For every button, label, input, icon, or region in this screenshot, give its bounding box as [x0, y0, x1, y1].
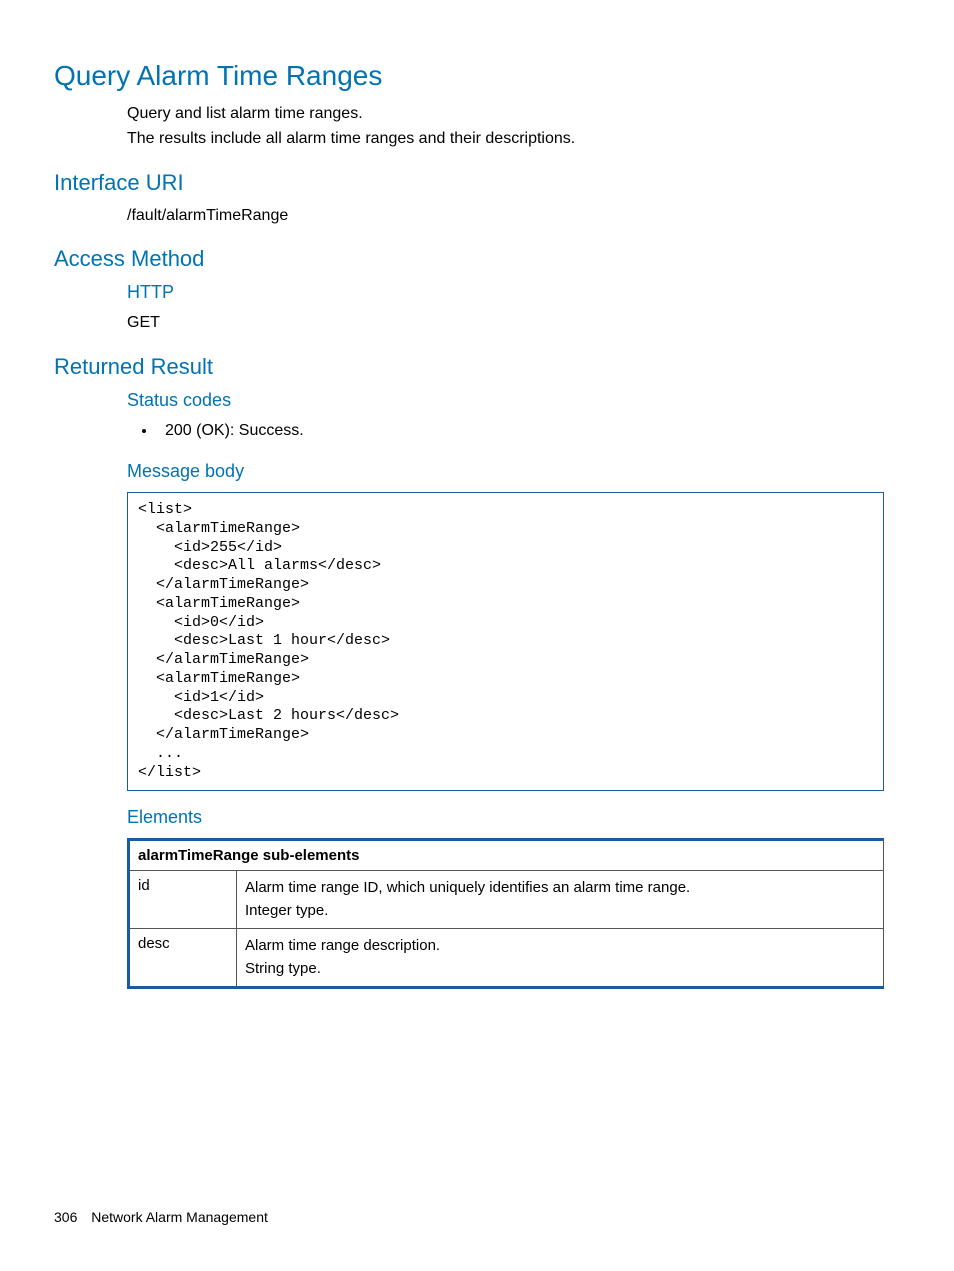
- element-name: desc: [129, 929, 237, 988]
- page-number: 306: [54, 1209, 77, 1225]
- access-method-heading: Access Method: [54, 246, 884, 272]
- message-body-heading: Message body: [127, 461, 884, 482]
- element-desc-line: Alarm time range description.: [245, 935, 875, 958]
- page-footer: 306 Network Alarm Management: [54, 1209, 268, 1225]
- interface-uri-value: /fault/alarmTimeRange: [127, 204, 884, 229]
- table-row: desc Alarm time range description. Strin…: [129, 929, 884, 988]
- table-header-cell: alarmTimeRange sub-elements: [129, 840, 884, 871]
- table-header-row: alarmTimeRange sub-elements: [129, 840, 884, 871]
- intro-line-2: The results include all alarm time range…: [127, 127, 884, 152]
- message-body-code: <list> <alarmTimeRange> <id>255</id> <de…: [127, 492, 884, 791]
- footer-section: Network Alarm Management: [91, 1209, 268, 1225]
- returned-result-heading: Returned Result: [54, 354, 884, 380]
- http-label: HTTP: [127, 282, 884, 303]
- element-desc: Alarm time range ID, which uniquely iden…: [237, 871, 884, 929]
- elements-heading: Elements: [127, 807, 884, 828]
- intro-line-1: Query and list alarm time ranges.: [127, 102, 884, 127]
- status-codes-heading: Status codes: [127, 390, 884, 411]
- http-method: GET: [127, 311, 884, 336]
- element-desc-line: String type.: [245, 958, 875, 981]
- element-name: id: [129, 871, 237, 929]
- elements-table: alarmTimeRange sub-elements id Alarm tim…: [127, 838, 884, 989]
- interface-uri-heading: Interface URI: [54, 170, 884, 196]
- element-desc-line: Integer type.: [245, 900, 875, 923]
- status-code-item: 200 (OK): Success.: [157, 419, 884, 443]
- table-row: id Alarm time range ID, which uniquely i…: [129, 871, 884, 929]
- element-desc: Alarm time range description. String typ…: [237, 929, 884, 988]
- status-codes-list: 200 (OK): Success.: [157, 419, 884, 443]
- element-desc-line: Alarm time range ID, which uniquely iden…: [245, 877, 875, 900]
- page-title: Query Alarm Time Ranges: [54, 60, 884, 92]
